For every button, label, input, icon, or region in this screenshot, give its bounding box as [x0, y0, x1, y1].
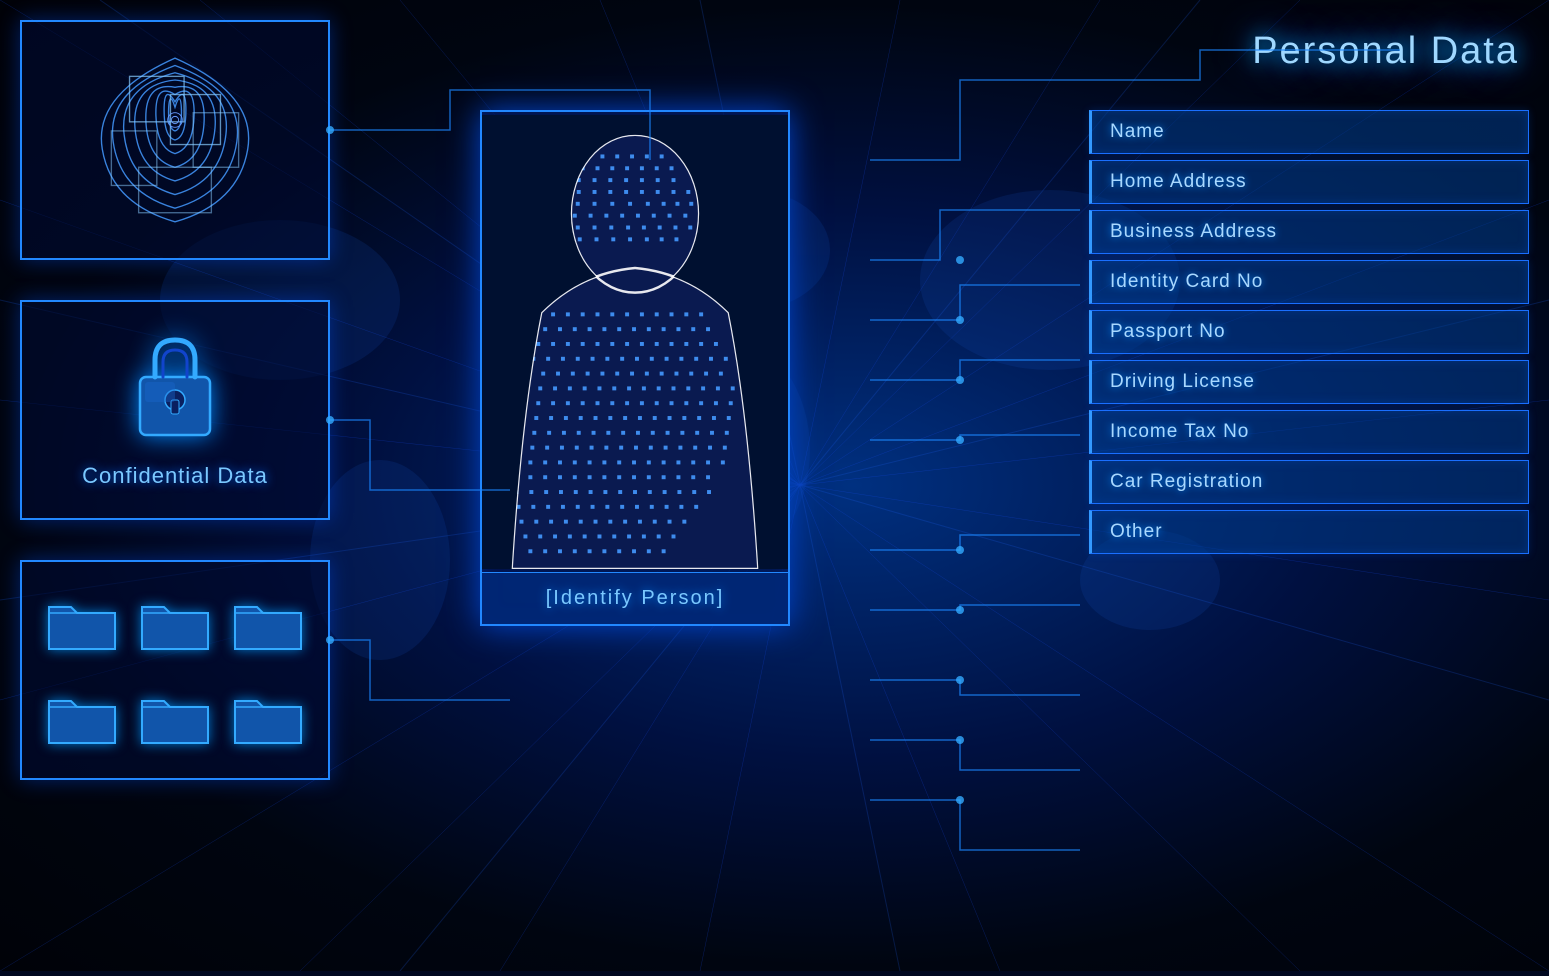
- confidential-data-panel: Confidential Data: [20, 300, 330, 520]
- field-identity-card: Identity Card No: [1089, 260, 1529, 304]
- data-fields-panel: Name Home Address Business Address Ident…: [1089, 110, 1529, 554]
- fingerprint-graphic: [75, 40, 275, 240]
- field-driving-license: Driving License: [1089, 360, 1529, 404]
- person-silhouette: [482, 112, 788, 572]
- field-home-address: Home Address: [1089, 160, 1529, 204]
- personal-data-title: Personal Data: [1252, 30, 1519, 73]
- fingerprint-panel: [20, 20, 330, 260]
- confidential-data-label: Confidential Data: [82, 463, 268, 489]
- field-business-address: Business Address: [1089, 210, 1529, 254]
- person-id-card: [Identify Person]: [480, 110, 790, 626]
- folder-6: [227, 676, 308, 758]
- field-passport: Passport No: [1089, 310, 1529, 354]
- field-income-tax: Income Tax No: [1089, 410, 1529, 454]
- folder-4: [42, 676, 123, 758]
- main-content: Personal Data Name Home Address Business…: [0, 0, 1549, 971]
- folder-2: [135, 582, 216, 664]
- folder-1: [42, 582, 123, 664]
- lock-icon: [125, 332, 225, 447]
- field-name: Name: [1089, 110, 1529, 154]
- field-other: Other: [1089, 510, 1529, 554]
- folder-5: [135, 676, 216, 758]
- folders-panel: [20, 560, 330, 780]
- field-car-registration: Car Registration: [1089, 460, 1529, 504]
- folder-3: [227, 582, 308, 664]
- identify-person-label: [Identify Person]: [482, 572, 788, 624]
